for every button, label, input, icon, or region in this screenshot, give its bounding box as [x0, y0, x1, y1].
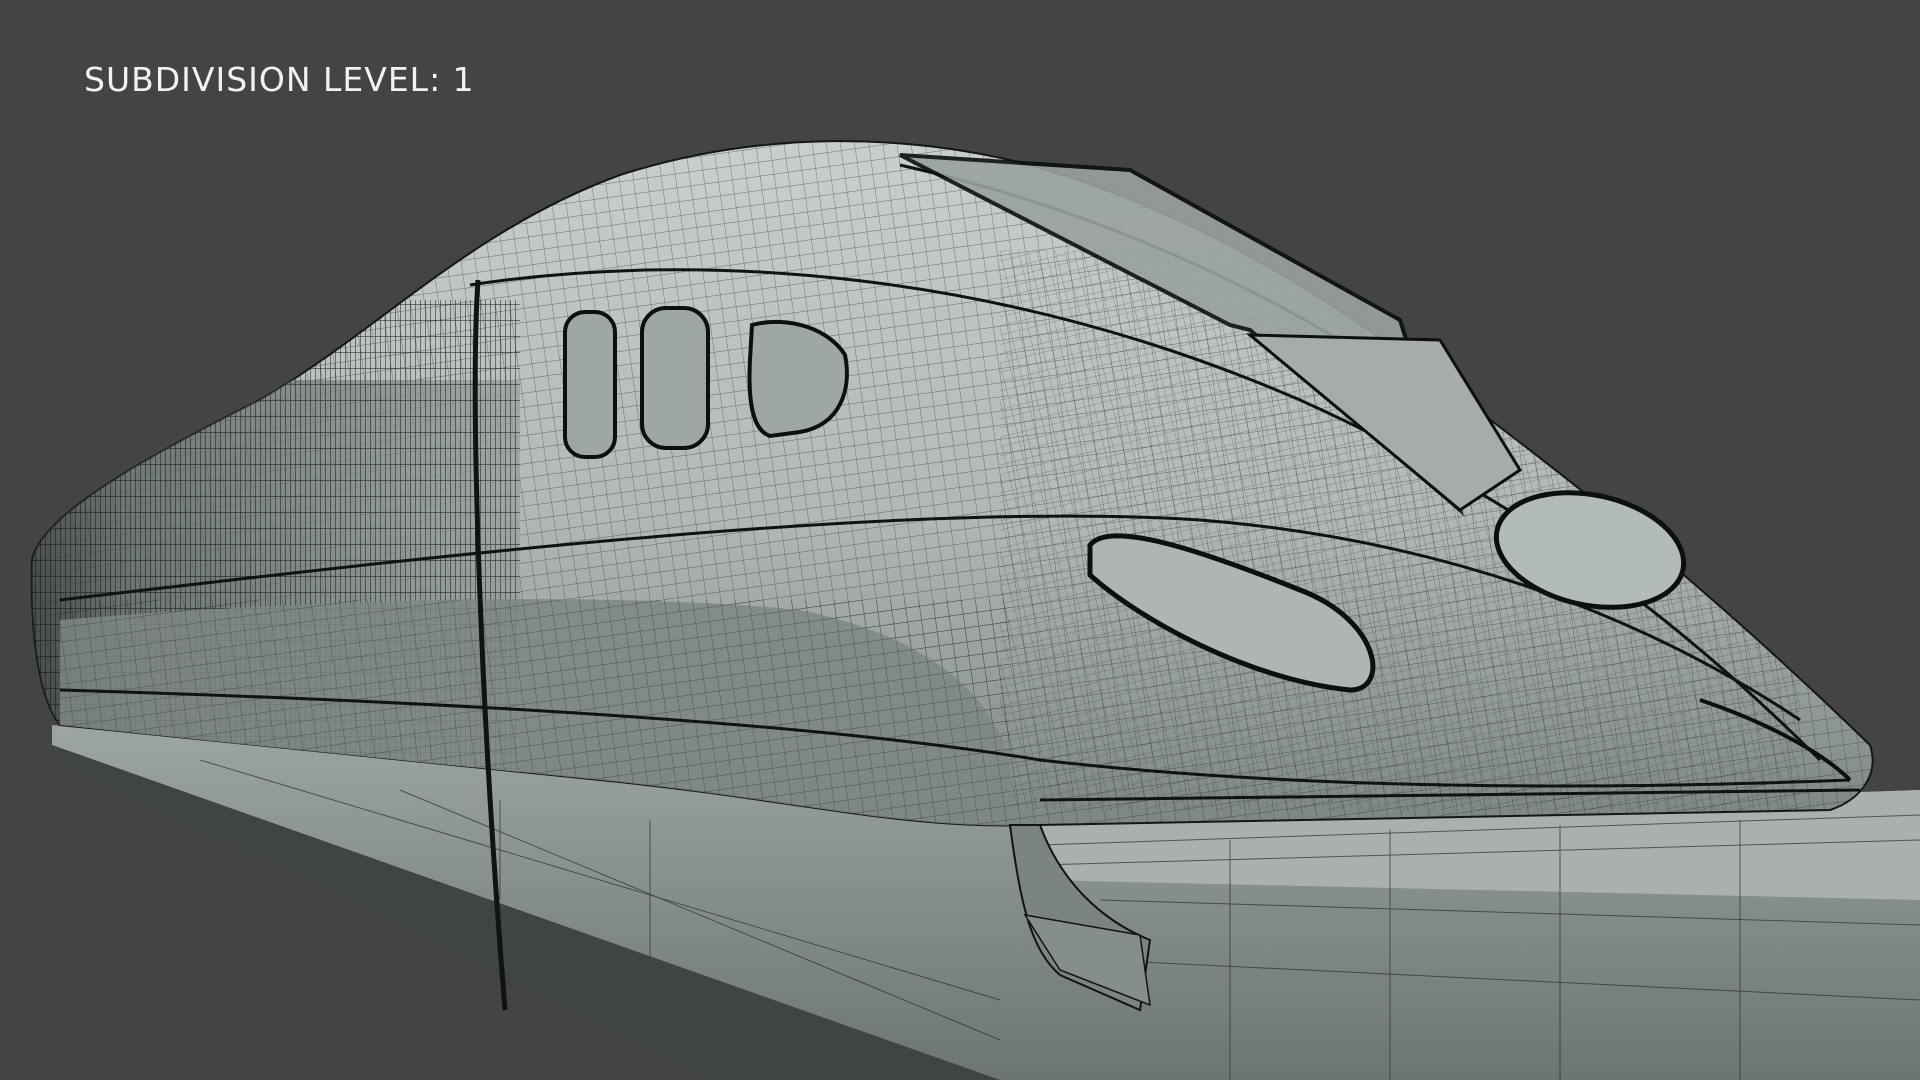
3d-viewport[interactable]: SUBDIVISION LEVEL: 1 — [0, 0, 1920, 1080]
train-wireframe-render — [30, 140, 1920, 1080]
subdivision-level-label: SUBDIVISION LEVEL: 1 — [84, 60, 475, 99]
